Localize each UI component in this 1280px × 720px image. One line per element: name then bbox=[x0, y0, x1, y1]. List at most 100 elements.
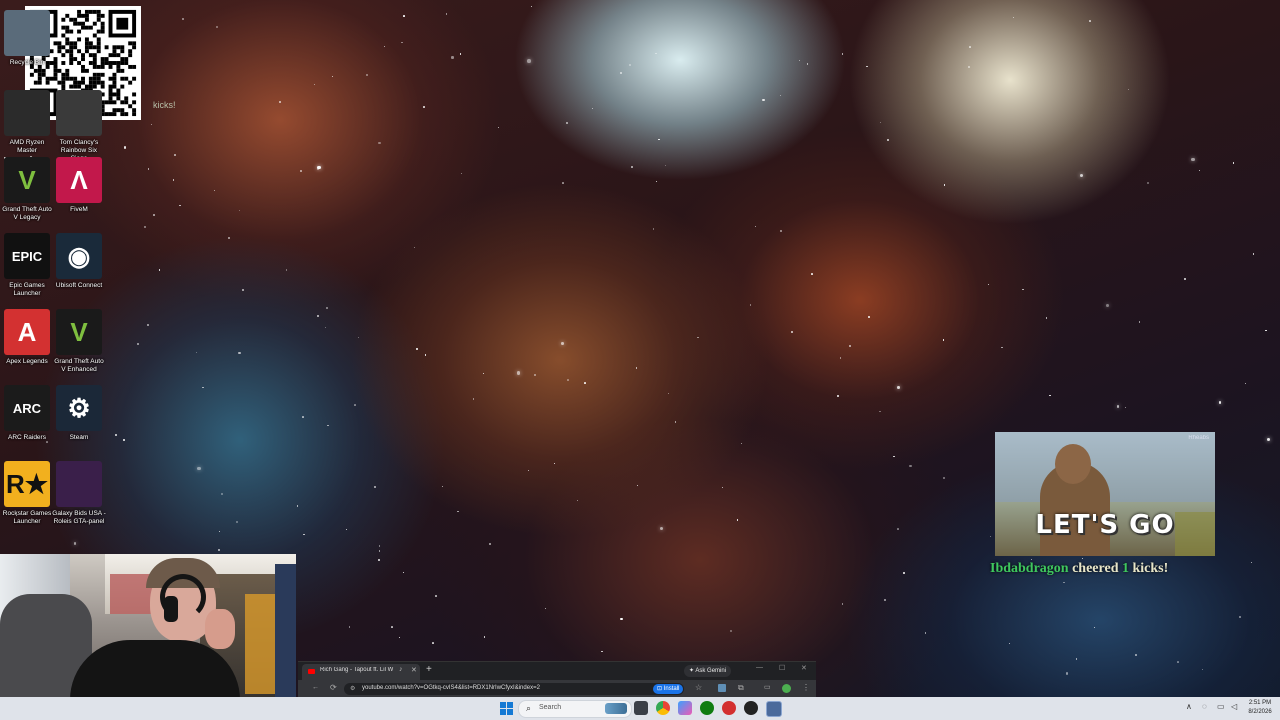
star bbox=[316, 314, 319, 317]
desktop-icon[interactable]: Λ FiveM bbox=[52, 157, 106, 214]
app-icon-glyph: ◉ bbox=[67, 240, 91, 271]
stream-alert-box: Rheabs LET'S GO bbox=[995, 432, 1215, 556]
clock-time: 2:51 PM bbox=[1248, 700, 1272, 706]
star bbox=[114, 433, 117, 436]
app-icon: A bbox=[4, 309, 50, 355]
star bbox=[1045, 317, 1048, 319]
star bbox=[628, 64, 631, 66]
star bbox=[798, 59, 800, 61]
start-button[interactable] bbox=[500, 702, 513, 715]
obs-icon[interactable] bbox=[744, 701, 758, 715]
qr-overlay-text: kicks! bbox=[153, 100, 176, 110]
desktop-icon-label: ARC Raiders bbox=[8, 434, 46, 441]
star bbox=[357, 336, 359, 338]
desktop-icon[interactable]: ◉ Ubisoft Connect bbox=[52, 233, 106, 290]
volume-icon[interactable]: ◁ bbox=[1231, 702, 1237, 711]
desktop-icon-label: Grand Theft Auto V Enhanced bbox=[54, 358, 104, 373]
star bbox=[619, 71, 623, 74]
star bbox=[942, 339, 944, 341]
desktop-icon[interactable]: AMD Ryzen Master bbox=[0, 90, 54, 155]
star bbox=[217, 549, 220, 552]
app-icon-glyph: A bbox=[17, 316, 37, 347]
star bbox=[296, 505, 299, 507]
windows-logo-icon bbox=[500, 702, 513, 715]
desktop-icon-label: Grand Theft Auto V Legacy bbox=[2, 206, 52, 221]
app-icon[interactable] bbox=[722, 701, 736, 715]
new-tab-button[interactable]: + bbox=[426, 664, 432, 675]
desktop-icon-label: Recycle Bin bbox=[9, 59, 45, 66]
display-icon[interactable]: ▭ bbox=[1217, 702, 1225, 711]
tray-chevron-icon[interactable]: ∧ bbox=[1186, 702, 1192, 711]
mute-icon[interactable]: ♪ bbox=[399, 666, 403, 673]
star bbox=[562, 182, 564, 184]
star bbox=[849, 344, 851, 347]
search-icon: ⌕ bbox=[526, 703, 532, 713]
desktop-icon[interactable]: Recycle Bin bbox=[0, 10, 54, 67]
bookmark-star-icon[interactable]: ☆ bbox=[695, 683, 702, 692]
star bbox=[123, 146, 126, 149]
app-icon: ARC bbox=[4, 385, 50, 431]
install-label: Install bbox=[663, 686, 680, 692]
site-info-icon[interactable]: ⚙ bbox=[350, 685, 355, 692]
tab-close-icon[interactable]: ✕ bbox=[411, 666, 417, 674]
window-close-button[interactable]: ✕ bbox=[801, 664, 807, 672]
desktop-icon[interactable]: Tom Clancy's Rainbow Six Siege bbox=[52, 90, 106, 163]
star bbox=[897, 386, 900, 390]
clock[interactable]: 2:51 PM 8/2/2026 bbox=[1244, 699, 1276, 717]
star bbox=[909, 464, 912, 468]
steam-taskbar-icon[interactable] bbox=[766, 701, 782, 717]
ask-gemini-button[interactable]: ✦ Ask Gemini bbox=[684, 665, 732, 677]
app-icon-glyph: ⚙ bbox=[67, 392, 91, 423]
desktop-icon[interactable]: Galaxy Bids USA - Roleis GTA-panel bbox=[52, 461, 106, 526]
alert-image-text: LET'S GO bbox=[1035, 510, 1175, 540]
star bbox=[942, 477, 945, 479]
desktop-icon[interactable]: A Apex Legends bbox=[0, 309, 54, 366]
taskbar: ⌕ Search ∧ ◌ ▭ ◁ 2:51 PM 8/2/2026 bbox=[0, 697, 1280, 720]
install-icon: ⊡ bbox=[657, 686, 663, 692]
desktop-icon[interactable]: V Grand Theft Auto V Enhanced bbox=[52, 309, 106, 374]
browser-toolbar: ← ⟳ ⚙ youtube.com/watch?v=OGtkq-cvIS4&li… bbox=[298, 680, 816, 698]
desktop-icon-label: Apex Legends bbox=[6, 358, 48, 365]
maximize-button[interactable]: ☐ bbox=[779, 664, 785, 672]
install-button[interactable]: ⊡ Install bbox=[653, 684, 684, 694]
app-icon-glyph: V bbox=[18, 164, 36, 195]
desktop-icon[interactable]: R★ Rockstar Games Launcher bbox=[0, 461, 54, 526]
xbox-icon[interactable] bbox=[700, 701, 714, 715]
app-icon bbox=[56, 461, 102, 507]
alert-amount: 1 bbox=[1121, 561, 1129, 576]
star bbox=[197, 467, 201, 471]
cast-icon[interactable]: ▭ bbox=[764, 683, 771, 691]
extension-icon[interactable] bbox=[718, 684, 726, 692]
more-menu-icon[interactable]: ⋮ bbox=[802, 683, 810, 692]
star bbox=[762, 98, 765, 102]
star bbox=[583, 381, 586, 384]
network-icon[interactable]: ◌ bbox=[1202, 702, 1207, 711]
desktop-icon[interactable]: EPIC Epic Games Launcher bbox=[0, 233, 54, 298]
star bbox=[567, 379, 569, 381]
app-icon-glyph: V bbox=[70, 316, 88, 347]
reload-icon[interactable]: ⟳ bbox=[330, 683, 337, 692]
star bbox=[652, 228, 655, 230]
minimize-button[interactable]: — bbox=[756, 664, 763, 671]
profile-avatar[interactable] bbox=[782, 684, 791, 693]
back-icon[interactable]: ← bbox=[312, 684, 319, 691]
desktop-icon[interactable]: ⚙ Steam bbox=[52, 385, 106, 442]
star bbox=[317, 165, 321, 170]
app-icon-glyph: Λ bbox=[70, 164, 88, 195]
desktop-icon[interactable]: V Grand Theft Auto V Legacy bbox=[0, 157, 54, 222]
star bbox=[146, 323, 149, 326]
app-icon: V bbox=[4, 157, 50, 203]
copilot-icon[interactable] bbox=[678, 701, 692, 715]
app-icon: EPIC bbox=[4, 233, 50, 279]
star bbox=[659, 526, 663, 530]
chrome-icon[interactable] bbox=[656, 701, 670, 715]
star bbox=[238, 209, 240, 211]
url-text: youtube.com/watch?v=OGtkq-cvIS4&list=RDX… bbox=[362, 685, 540, 691]
address-bar[interactable]: ⚙ youtube.com/watch?v=OGtkq-cvIS4&list=R… bbox=[344, 683, 684, 695]
alert-unit: kicks! bbox=[1132, 561, 1169, 576]
browser-tab[interactable]: Rich Gang - Tapout ft. Lil W ♪ ✕ bbox=[302, 664, 420, 680]
desktop-icon[interactable]: ARC ARC Raiders bbox=[0, 385, 54, 442]
puzzle-icon[interactable]: ⧉ bbox=[738, 683, 744, 693]
taskbar-search-box[interactable]: ⌕ Search bbox=[518, 700, 632, 718]
task-view-icon[interactable] bbox=[634, 701, 648, 715]
